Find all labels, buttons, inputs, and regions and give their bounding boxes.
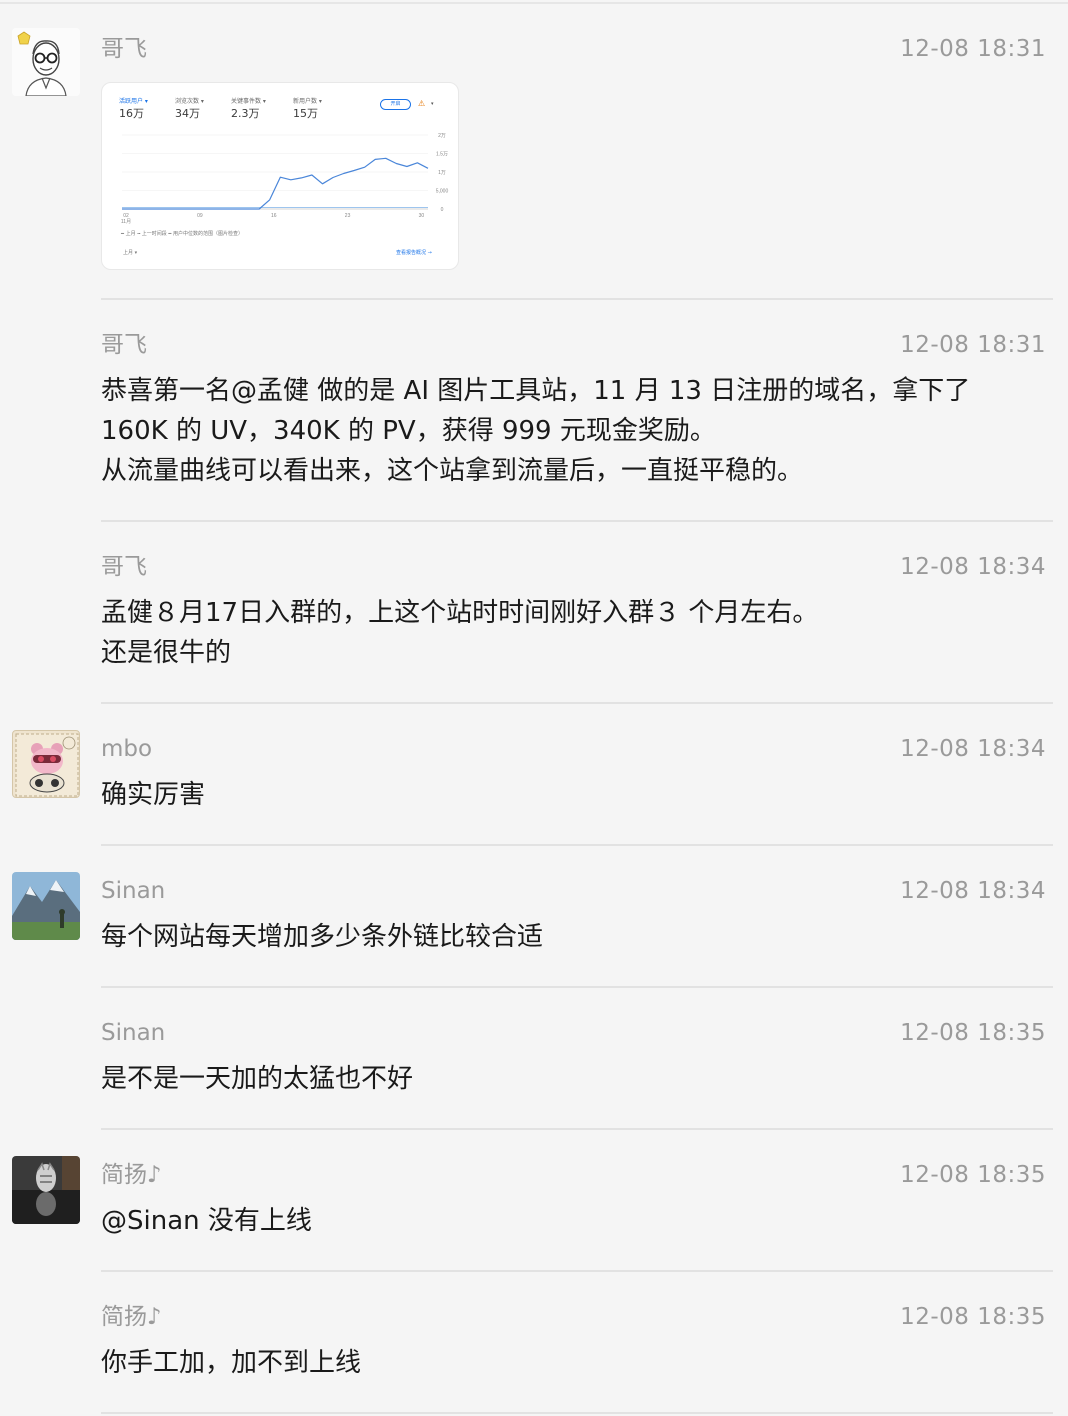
message-text: 你手工加，加不到上线	[101, 1348, 362, 1378]
mountain-landscape-icon	[12, 872, 80, 940]
message-time: 12-08 18:31	[900, 332, 1046, 358]
top-divider	[0, 2, 1068, 4]
x-tick-label: 11月	[121, 219, 131, 225]
avatar-gefei[interactable]	[12, 28, 80, 96]
message-divider	[101, 298, 1053, 300]
traffic-line-chart: 2万1.5万1万5,00000211月09 16 23 30	[121, 133, 449, 225]
date-range-dropdown: 上月 ▾	[123, 250, 138, 256]
y-tick-label: 2万	[438, 133, 446, 139]
avatar-jianyang[interactable]	[12, 1156, 80, 1224]
message-divider	[101, 1128, 1053, 1130]
message-time: 12-08 18:35	[900, 1304, 1046, 1330]
sender-name: 哥飞	[101, 332, 147, 358]
message-divider	[101, 986, 1053, 988]
message-divider	[101, 520, 1053, 522]
message-text: 每个网站每天增加多少条外链比较合适	[101, 922, 544, 952]
series-line	[122, 157, 429, 210]
cartoon-man-glasses-icon	[12, 28, 80, 96]
avatar-sinan[interactable]	[12, 872, 80, 940]
sender-name: Sinan	[101, 1020, 166, 1046]
message-time: 12-08 18:31	[900, 36, 1046, 62]
sender-name: 简扬♪	[101, 1162, 162, 1188]
message-text: @Sinan 没有上线	[101, 1206, 312, 1236]
message-divider	[101, 844, 1053, 846]
stamp-bear-icon	[15, 733, 79, 797]
y-tick-label: 1.5万	[436, 152, 448, 158]
message-time: 12-08 18:34	[900, 736, 1046, 762]
message-time: 12-08 18:34	[900, 554, 1046, 580]
message-text: 孟健８月17日入群的，上这个站时时间刚好入群３ 个月左右。 还是很牛的	[101, 598, 819, 668]
message-time: 12-08 18:35	[900, 1020, 1046, 1046]
x-tick-label: 23	[345, 213, 351, 219]
y-tick-label: 1万	[438, 170, 446, 176]
y-tick-label: 5,000	[436, 189, 449, 195]
message-divider	[101, 1412, 1053, 1414]
message-time: 12-08 18:34	[900, 878, 1046, 904]
sender-name: 简扬♪	[101, 1304, 162, 1330]
x-tick-label: 16	[271, 213, 277, 219]
sender-name: mbo	[101, 736, 153, 762]
message-time: 12-08 18:35	[900, 1162, 1046, 1188]
x-tick-label: 30	[419, 213, 425, 219]
message-text: 恭喜第一名@孟健 做的是 AI 图片工具站，11 月 13 日注册的域名，拿下了…	[101, 376, 971, 486]
message-text: 确实厉害	[101, 780, 206, 810]
avatar-mbo[interactable]	[12, 730, 80, 798]
chart-legend: ━ 上月 ╍ 上一时间段 ━ 用户中位数的范围（图片检查）	[121, 231, 243, 237]
message-divider	[101, 1270, 1053, 1272]
message-text: 是不是一天加的太猛也不好	[101, 1064, 414, 1094]
tiger-reflection-icon	[12, 1156, 80, 1224]
sender-name: Sinan	[101, 878, 166, 904]
x-tick-label: 09	[197, 213, 203, 219]
sender-name: 哥飞	[101, 554, 147, 580]
analytics-screenshot-card[interactable]: 活跃用户 ▾ 16万 浏览次数 ▾ 34万 关键事件数 ▾ 2.3万 新用户数 …	[101, 82, 459, 270]
message-divider	[101, 702, 1053, 704]
sender-name: 哥飞	[101, 36, 147, 62]
view-report-link: 查看报告概况 →	[396, 250, 432, 256]
y-tick-label: 0	[441, 207, 444, 213]
